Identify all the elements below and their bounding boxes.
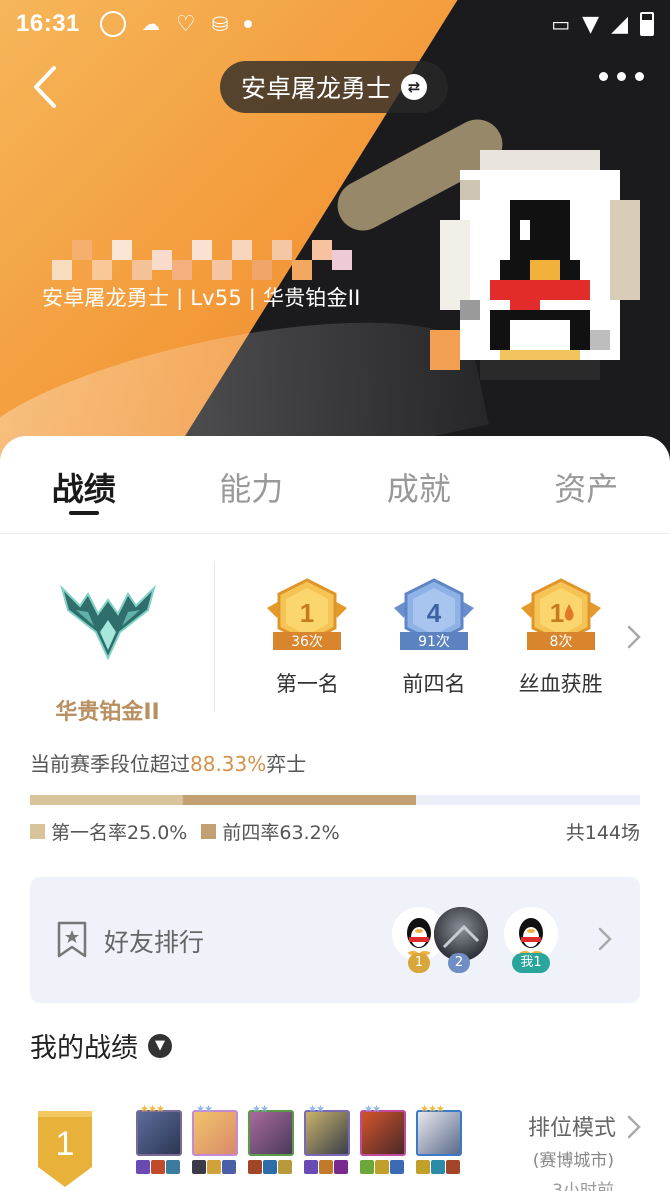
hero-slot: ★★★: [136, 1104, 182, 1174]
my-records-header[interactable]: 我的战绩 ▼: [30, 1026, 172, 1065]
status-time: 16:31: [16, 10, 80, 37]
top4-rate-label: 前四率63.2%: [222, 822, 340, 844]
percentile-value: 88.33%: [190, 752, 267, 776]
signal-icon: ◢: [611, 11, 628, 37]
percentile-suffix: 弈士: [266, 752, 307, 776]
chevron-right-icon: [598, 927, 612, 951]
back-arrow-icon: [34, 66, 56, 108]
friend-rank-badge: 2: [448, 953, 470, 973]
medal-first-place[interactable]: 1 36次 第一名: [244, 578, 371, 698]
tab-bar: 战绩 能力 成就 资产: [0, 436, 670, 534]
rate-legend: 第一名率25.0% 前四率63.2% 共144场: [30, 818, 640, 845]
friend-rank-badge: 1: [408, 953, 430, 973]
medal-top4-label: 前四名: [402, 672, 466, 696]
more-options-button[interactable]: [599, 72, 644, 81]
medal-narrow-label: 丝血获胜: [518, 672, 603, 696]
medal-first-count: 36次: [291, 634, 323, 650]
game-time-ago: 3小时前: [552, 1181, 614, 1191]
my-records-title: 我的战绩: [30, 1033, 138, 1064]
first-rate-swatch: [30, 824, 45, 839]
hero-stars: ★★: [308, 1104, 325, 1115]
tab-records[interactable]: 战绩: [0, 436, 168, 533]
total-games: 共144场: [565, 822, 640, 844]
top4-rate-swatch: [201, 824, 217, 839]
game-mode: 排位模式: [527, 1116, 616, 1141]
more-notifications-dot: [244, 20, 253, 28]
profile-header: 16:31 ☁ ♡ ⛁ ▭ ▼ ◢ 安卓屠龙勇士 ⇄ 安卓屠龙勇士 | Lv55…: [0, 0, 670, 470]
hero-portrait: [248, 1110, 294, 1156]
blurred-nickname: [52, 240, 352, 280]
hero-portrait: [304, 1110, 350, 1156]
medal-first-label: 第一名: [275, 672, 339, 696]
medal-list: 1 36次 第一名 4 91次 前四名 1 8次 丝血获胜: [244, 578, 624, 698]
platinum-rank-icon: [59, 584, 156, 661]
placement-flag: 1: [38, 1111, 92, 1187]
hero-stars: ★★★: [420, 1104, 445, 1115]
hero-stars: ★★★: [140, 1104, 165, 1115]
hero-stars: ★★: [252, 1104, 269, 1115]
placement-rate-bar: [30, 795, 640, 805]
hero-slot: ★★: [192, 1104, 238, 1174]
medal-narrow-number: 1: [549, 598, 563, 628]
hero-slot: ★★: [304, 1104, 350, 1174]
notification-icon: [99, 11, 126, 37]
more-dot: [635, 72, 644, 81]
bookmark-star-icon: [57, 921, 87, 958]
weather-icon: ☁: [141, 13, 160, 35]
back-button[interactable]: [26, 62, 66, 112]
divider: [214, 562, 215, 712]
more-dot: [617, 72, 626, 81]
tab-achievements[interactable]: 成就: [335, 436, 503, 533]
battery-icon: [640, 12, 654, 36]
cast-icon: ▭: [551, 12, 571, 36]
hero-slot: ★★★: [416, 1104, 462, 1174]
hero-slot: ★★: [360, 1104, 406, 1174]
account-switcher[interactable]: 安卓屠龙勇士 ⇄: [220, 61, 448, 113]
my-rank-badge: 我1: [512, 953, 550, 973]
medal-first-number: 1: [300, 598, 314, 628]
tab-assets[interactable]: 资产: [503, 436, 670, 533]
first-place-medal-icon: 1 36次: [267, 578, 348, 650]
medal-top4-number: 4: [427, 598, 442, 628]
avatar[interactable]: [430, 140, 650, 390]
first-rate-segment: [30, 795, 183, 805]
medal-top4-count: 91次: [418, 634, 450, 650]
record-place: 1: [56, 1125, 75, 1163]
status-bar: 16:31 ☁ ♡ ⛁ ▭ ▼ ◢: [0, 0, 670, 48]
more-dot: [599, 72, 608, 81]
percentile-text: 当前赛季段位超过88.33%弈士: [30, 748, 306, 777]
hero-stars: ★★: [196, 1104, 213, 1115]
swap-icon: ⇄: [401, 74, 427, 100]
hero-portrait: [136, 1110, 182, 1156]
hero-lineup[interactable]: ★★★ ★★ ★★ ★★ ★★ ★★★: [136, 1104, 462, 1174]
chevron-right-icon[interactable]: [624, 622, 644, 652]
hero-portrait: [192, 1110, 238, 1156]
hero-portrait: [416, 1110, 462, 1156]
game-submode: (赛博城市): [532, 1151, 614, 1171]
wifi-icon: ▼: [582, 11, 600, 37]
page-title: 安卓屠龙勇士: [240, 74, 391, 103]
friend-ranking-label: 好友排行: [104, 928, 205, 957]
medal-narrow-win[interactable]: 1 8次 丝血获胜: [497, 578, 624, 698]
friend-ranking-card[interactable]: 好友排行 1 2 我1: [30, 877, 640, 1003]
tab-ability[interactable]: 能力: [168, 436, 336, 533]
health-icon: ♡: [175, 11, 196, 37]
rank-name: 华贵铂金II: [55, 700, 160, 725]
top4-rate-segment: [182, 795, 416, 805]
top-four-medal-icon: 4 91次: [394, 578, 474, 650]
medal-top-four[interactable]: 4 91次 前四名: [371, 578, 498, 698]
hero-slot: ★★: [248, 1104, 294, 1174]
rank-summary[interactable]: 华贵铂金II: [30, 570, 185, 730]
percentile-prefix: 当前赛季段位超过: [30, 752, 190, 776]
hero-portrait: [360, 1110, 406, 1156]
chevron-down-icon: ▼: [148, 1033, 172, 1058]
medal-narrow-count: 8次: [549, 634, 572, 650]
chevron-right-icon[interactable]: [626, 1114, 642, 1140]
profile-summary: 安卓屠龙勇士 | Lv55 | 华贵铂金II: [42, 286, 361, 310]
first-rate-label: 第一名率25.0%: [51, 822, 188, 844]
database-icon: ⛁: [211, 12, 229, 36]
narrow-win-medal-icon: 1 8次: [520, 578, 601, 650]
hero-stars: ★★: [364, 1104, 381, 1115]
